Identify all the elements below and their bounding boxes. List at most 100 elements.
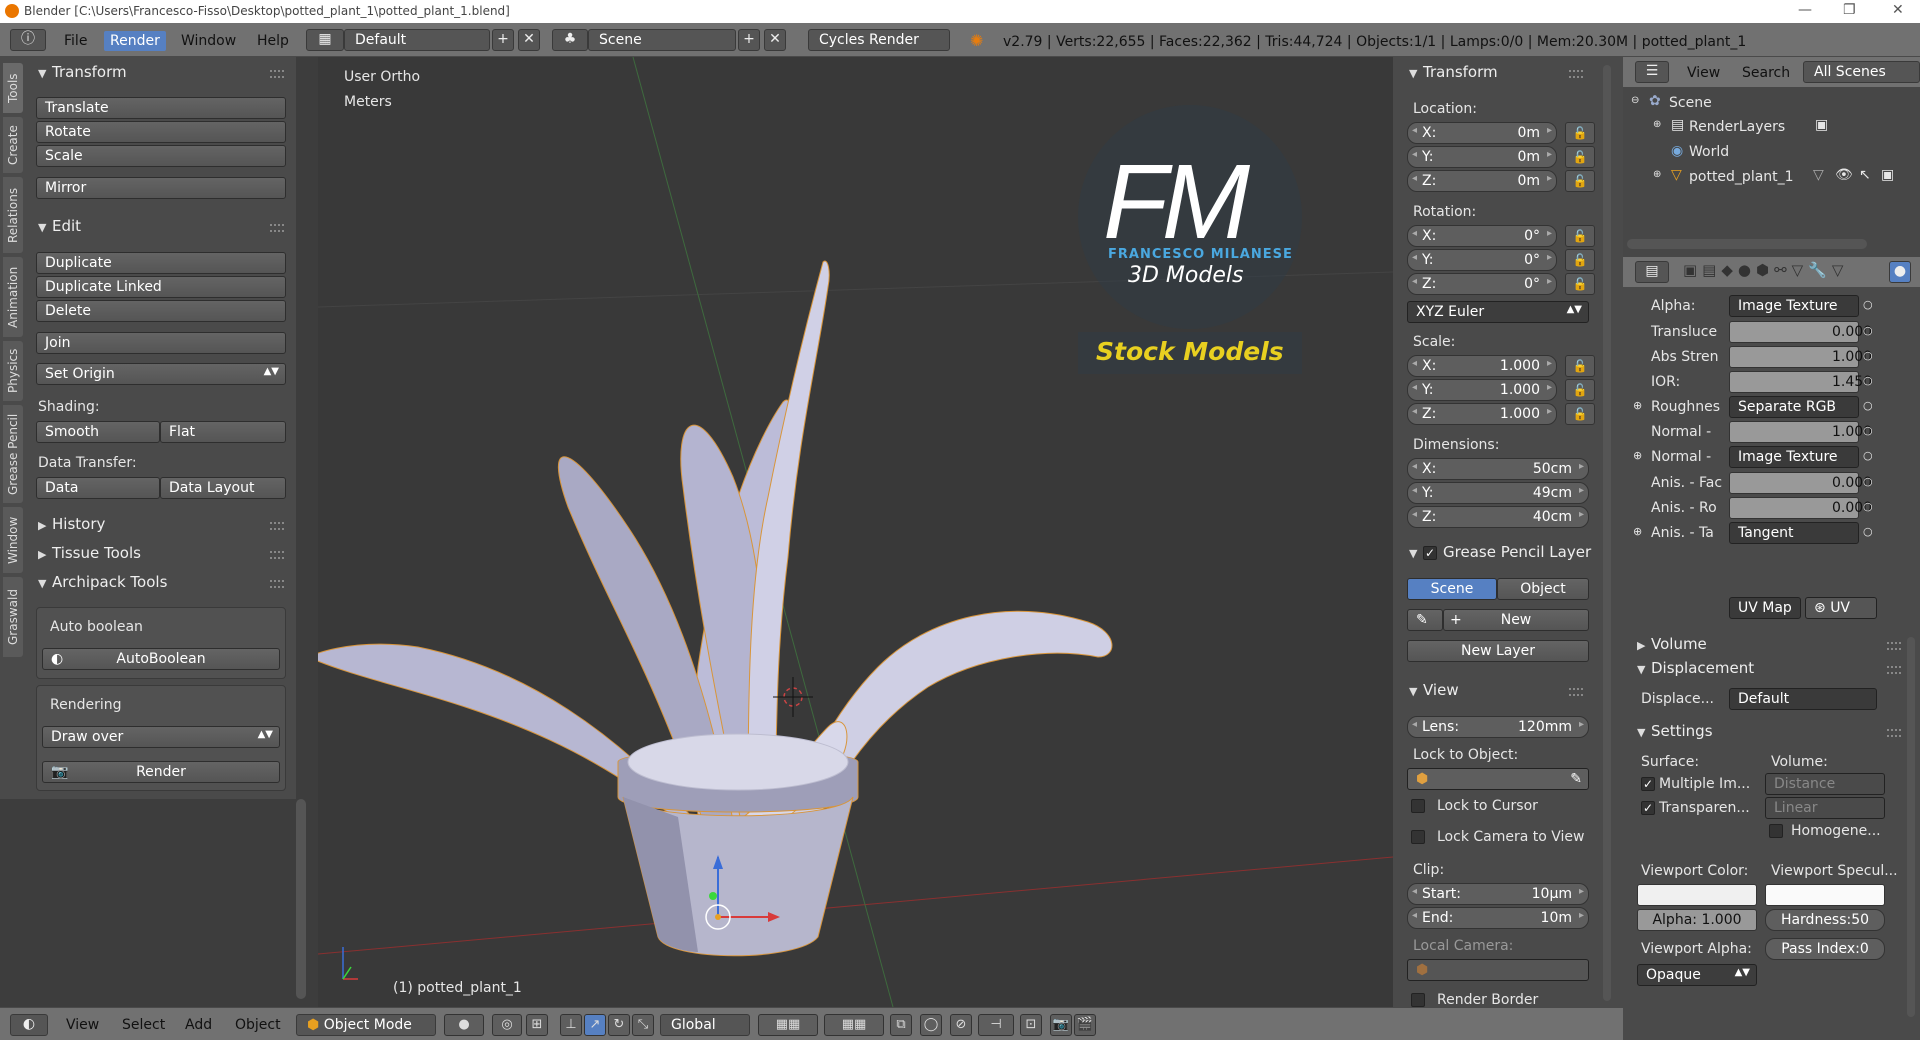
location-x-field[interactable]: ◂ X: 0m ▸ [1407, 122, 1557, 144]
socket-icon[interactable]: ○ [1863, 424, 1873, 437]
object-mode-select[interactable]: ⬢ Object Mode [296, 1014, 436, 1036]
data-button[interactable]: Data [36, 477, 160, 499]
screen-layout-icon[interactable]: ▦ [306, 29, 344, 51]
viewport-alpha-field[interactable]: Alpha: 1.000 [1637, 909, 1757, 931]
maximize-icon[interactable]: ❐ [1843, 2, 1856, 18]
add-layout-icon[interactable]: + [492, 29, 514, 51]
draw-over-select[interactable]: Draw over ▲▼ [42, 726, 280, 748]
panel-grip-icon[interactable] [270, 522, 284, 530]
material-tab-icon[interactable]: ● [1889, 261, 1911, 283]
bottom-menu-add[interactable]: Add [185, 1017, 212, 1033]
lock-object-field[interactable]: ⬢ ✎ [1407, 768, 1589, 790]
translate-manipulator-icon[interactable]: ⊥ [560, 1014, 582, 1036]
uv-map-select[interactable]: UV Map [1729, 597, 1801, 619]
lock-icon[interactable]: 🔓 [1565, 249, 1595, 271]
dimensions-y-field[interactable]: ◂ Y: 49cm ▸ [1407, 482, 1589, 504]
tab-physics[interactable]: Physics [3, 341, 23, 401]
context-tab-icons[interactable]: ▣▤◆●⬢⚯▽🔧▽ [1683, 261, 1848, 279]
property-slider[interactable]: 0.000 [1729, 321, 1872, 343]
delete-button[interactable]: Delete [36, 300, 286, 322]
property-slider[interactable]: 0.000 [1729, 472, 1872, 494]
tab-relations[interactable]: Relations [3, 177, 23, 253]
properties-scrollbar[interactable] [1907, 637, 1915, 1017]
sidebar-scrollbar[interactable] [1603, 65, 1611, 1001]
outliner-editor-icon[interactable]: ☰ [1635, 61, 1669, 83]
lock-icon[interactable]: 🔓 [1565, 170, 1595, 192]
duplicate-button[interactable]: Duplicate [36, 252, 286, 274]
tab-grease-pencil[interactable]: Grease Pencil [3, 405, 23, 503]
close-icon[interactable]: ✕ [1892, 2, 1904, 18]
lock-icon[interactable]: 🔓 [1565, 403, 1595, 425]
scale-y-field[interactable]: ◂ Y: 1.000 ▸ [1407, 379, 1557, 401]
mirror-button[interactable]: Mirror [36, 177, 286, 199]
menu-window[interactable]: Window [181, 33, 236, 49]
data-layout-button[interactable]: Data Layout [160, 477, 286, 499]
render-button[interactable]: 📷 Render [42, 761, 280, 783]
rotation-y-field[interactable]: ◂ Y: 0° ▸ [1407, 249, 1557, 271]
panel-grip-icon[interactable] [270, 70, 284, 78]
selectable-cursor-icon[interactable]: ↖ [1859, 167, 1871, 183]
dimensions-x-field[interactable]: ◂ X: 50cm ▸ [1407, 458, 1589, 480]
lock-icon[interactable]: 🔓 [1565, 355, 1595, 377]
socket-link-icon[interactable]: ⊕ [1633, 449, 1642, 462]
layers-icon[interactable]: ▦▦ [758, 1014, 818, 1036]
clip-start-field[interactable]: ◂ Start: 10μm ▸ [1407, 883, 1589, 905]
lock-icon[interactable]: 🔓 [1565, 225, 1595, 247]
panel-grip-icon[interactable] [270, 224, 284, 232]
autoboolean-button[interactable]: ◐ AutoBoolean [42, 648, 280, 670]
clip-end-field[interactable]: ◂ End: 10m ▸ [1407, 907, 1589, 929]
panel-grip-icon[interactable] [1887, 729, 1901, 737]
lens-field[interactable]: ◂ Lens: 120mm ▸ [1407, 716, 1589, 738]
viewport-shading-icon[interactable]: ● [444, 1014, 484, 1036]
rotate-manipulator-icon[interactable]: ↻ [608, 1014, 630, 1036]
grease-pencil-checkbox[interactable]: ✓ [1423, 546, 1437, 560]
render-animation-icon[interactable]: 🎬 [1074, 1014, 1096, 1036]
displace-select[interactable]: Default [1729, 688, 1877, 710]
menu-render[interactable]: Render [104, 31, 166, 51]
snap-element-icon[interactable]: ⊣ [978, 1014, 1014, 1036]
scene-field[interactable]: Scene [588, 29, 736, 51]
volume-sampling-select[interactable]: Distance [1765, 773, 1885, 795]
property-slider[interactable]: 0.000 [1729, 497, 1872, 519]
bottom-menu-select[interactable]: Select [122, 1017, 165, 1033]
panel-grip-icon[interactable] [270, 551, 284, 559]
3d-cursor[interactable] [773, 677, 813, 717]
socket-link-icon[interactable]: ⊕ [1633, 399, 1642, 412]
volume-header[interactable]: ▶ Volume [1637, 635, 1707, 653]
edit-header[interactable]: ▼ Edit [38, 217, 81, 235]
panel-grip-icon[interactable] [1569, 688, 1583, 696]
grease-scene-tab[interactable]: Scene [1407, 578, 1497, 600]
socket-icon[interactable]: ○ [1863, 500, 1873, 513]
location-y-field[interactable]: ◂ Y: 0m ▸ [1407, 146, 1557, 168]
lock-icon[interactable]: 🔓 [1565, 122, 1595, 144]
layers-icon[interactable]: ▦▦ [824, 1014, 884, 1036]
move-manipulator-icon[interactable]: ↗ [584, 1014, 606, 1036]
editor-type-3d-icon[interactable]: ◐ [10, 1014, 48, 1036]
outliner-menu-search[interactable]: Search [1742, 65, 1790, 81]
displacement-header[interactable]: ▼ Displacement [1637, 659, 1754, 677]
outliner-hscrollbar[interactable] [1627, 239, 1867, 249]
socket-icon[interactable]: ○ [1863, 298, 1873, 311]
lower-scrollbar[interactable] [296, 799, 306, 999]
socket-icon[interactable]: ○ [1863, 449, 1873, 462]
tab-animation[interactable]: Animation [3, 257, 23, 337]
flat-button[interactable]: Flat [160, 421, 286, 443]
manipulator-icon[interactable]: ⊞ [526, 1014, 548, 1036]
socket-icon[interactable]: ○ [1863, 525, 1873, 538]
new-grease-button[interactable]: + New [1443, 609, 1589, 631]
opaque-select[interactable]: Opaque ▲▼ [1637, 964, 1757, 986]
outliner-renderlayers-item[interactable]: RenderLayers [1689, 119, 1785, 135]
smooth-button[interactable]: Smooth [36, 421, 160, 443]
properties-editor-icon[interactable]: ▤ [1635, 261, 1669, 283]
expand-icon[interactable]: ⊕ [1653, 119, 1661, 130]
panel-grip-icon[interactable] [1887, 642, 1901, 650]
location-z-field[interactable]: ◂ Z: 0m ▸ [1407, 170, 1557, 192]
property-select[interactable]: Image Texture [1729, 295, 1859, 317]
socket-icon[interactable]: ○ [1863, 324, 1873, 337]
outliner-filter-select[interactable]: All Scenes [1803, 61, 1920, 83]
rotate-button[interactable]: Rotate [36, 121, 286, 143]
archipack-header[interactable]: ▼ Archipack Tools [38, 573, 167, 591]
transform-header[interactable]: ▼ Transform [1409, 63, 1498, 81]
pass-index-field[interactable]: Pass Index:0 [1765, 938, 1885, 960]
view-header[interactable]: ▼ View [1409, 681, 1459, 699]
